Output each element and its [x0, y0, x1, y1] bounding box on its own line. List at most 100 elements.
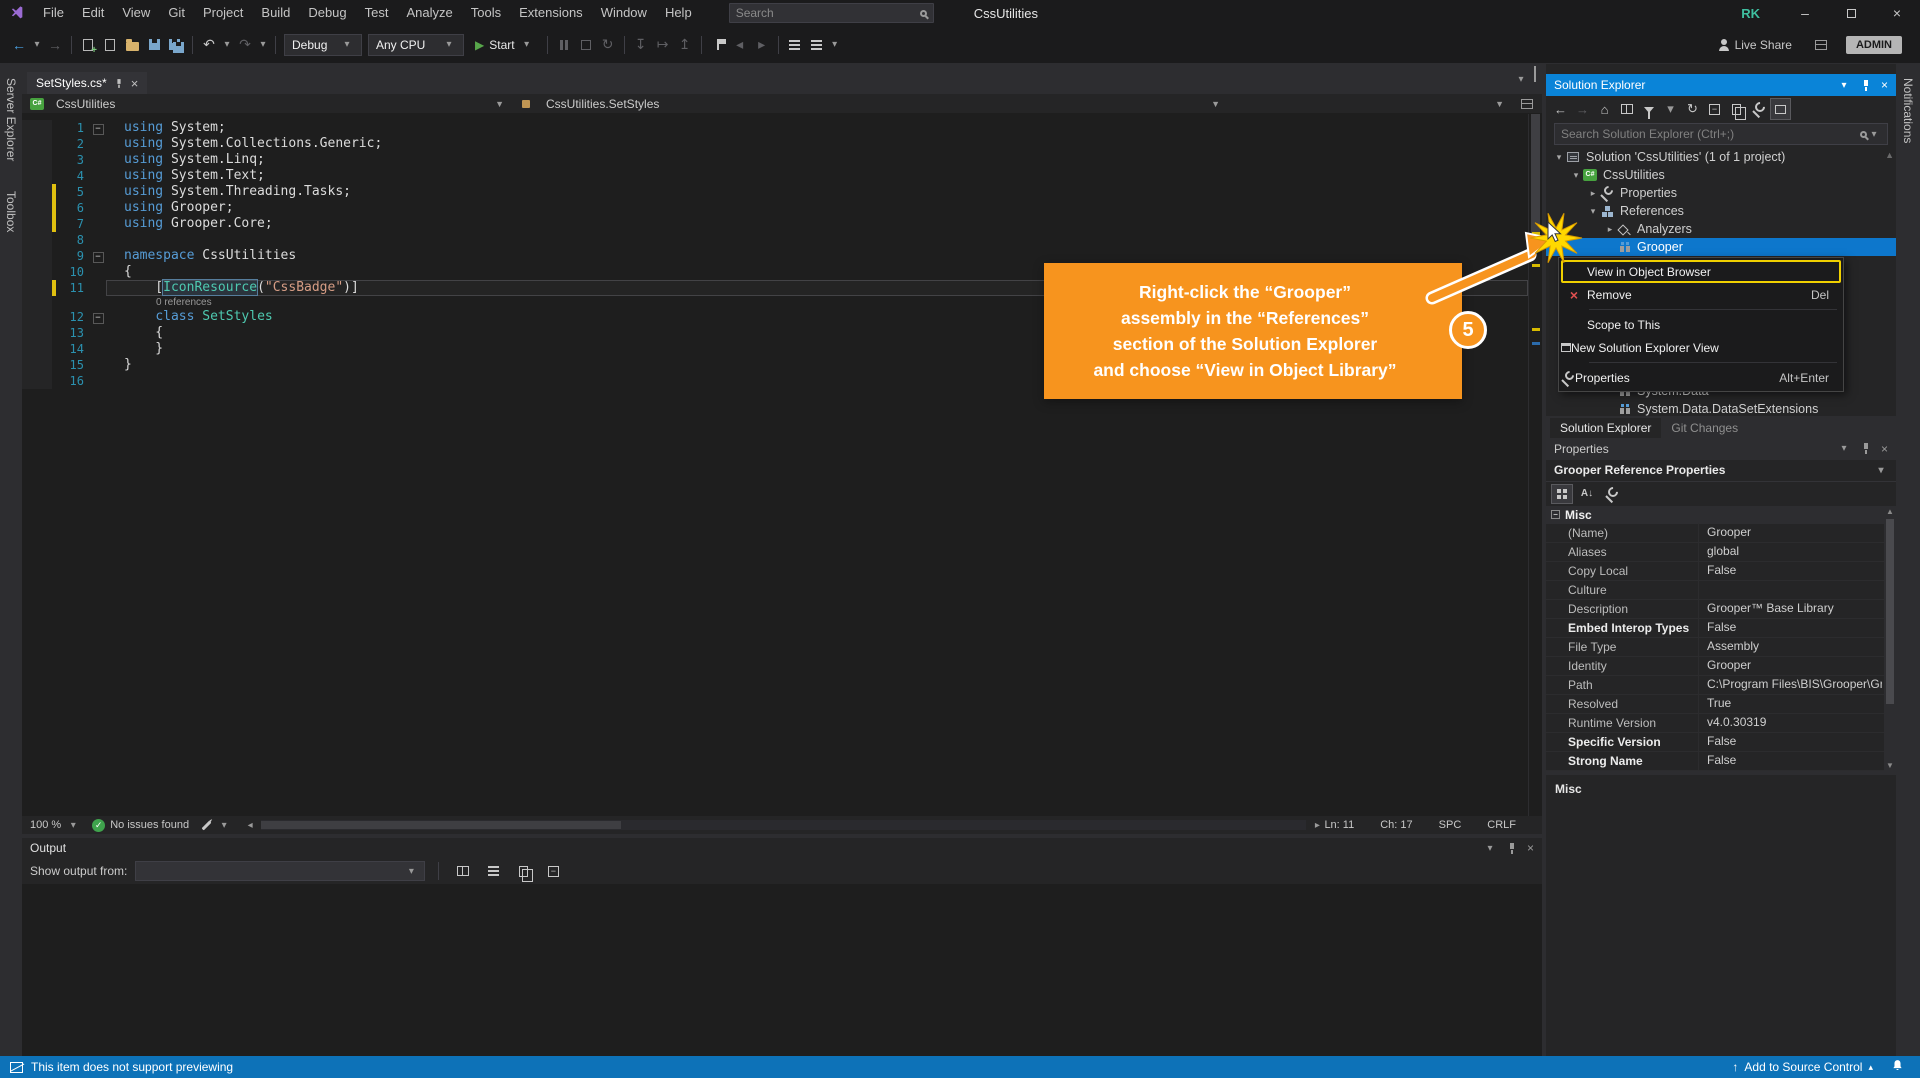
type-dropdown[interactable]: CssUtilities.SetStyles ▼: [512, 94, 1228, 114]
property-value[interactable]: Assembly: [1698, 637, 1882, 656]
next-bookmark-button[interactable]: ▸: [751, 33, 773, 57]
property-row-specific-version[interactable]: Specific VersionFalse: [1546, 733, 1896, 752]
navigate-back-dropdown-icon[interactable]: ▾: [30, 33, 44, 57]
stop-button[interactable]: [575, 33, 597, 57]
property-value[interactable]: v4.0.30319: [1698, 713, 1882, 732]
property-value[interactable]: False: [1698, 732, 1882, 751]
menu-test[interactable]: Test: [356, 0, 398, 26]
clear-all-button[interactable]: [482, 859, 504, 883]
property-row-file-type[interactable]: File TypeAssembly: [1546, 638, 1896, 657]
menu-project[interactable]: Project: [194, 0, 252, 26]
column-indicator[interactable]: Ch: 17: [1380, 819, 1412, 831]
menu-tools[interactable]: Tools: [462, 0, 510, 26]
property-value[interactable]: Grooper™ Base Library: [1698, 599, 1882, 618]
context-menu-item-remove[interactable]: ×RemoveDel: [1561, 283, 1841, 306]
new-project-button[interactable]: [77, 33, 99, 57]
chevron-down-icon[interactable]: ▾: [1837, 437, 1851, 461]
property-row-identity[interactable]: IdentityGrooper: [1546, 657, 1896, 676]
solution-explorer-header[interactable]: Solution Explorer ▾ ×: [1546, 74, 1896, 96]
tree-item-system-data-datasetextensions[interactable]: System.Data.DataSetExtensions: [1546, 400, 1896, 416]
redo-dropdown-icon[interactable]: ▾: [256, 33, 270, 57]
tree-item-references[interactable]: ▾References: [1546, 202, 1896, 220]
float-window-icon[interactable]: [1534, 67, 1536, 91]
properties-button[interactable]: [1748, 98, 1769, 120]
categorized-view-button[interactable]: [1551, 484, 1573, 504]
menu-extensions[interactable]: Extensions: [510, 0, 592, 26]
expander-icon[interactable]: ▾: [1552, 152, 1566, 163]
spaces-indicator[interactable]: SPC: [1439, 819, 1462, 831]
open-file-button[interactable]: [121, 33, 143, 57]
navigate-forward-button[interactable]: →: [44, 33, 66, 57]
property-row-aliases[interactable]: Aliasesglobal: [1546, 543, 1896, 562]
code-line-6[interactable]: 6using Grooper;: [22, 200, 1528, 216]
step-out-button[interactable]: ↥: [674, 33, 696, 57]
panel-tab-git-changes[interactable]: Git Changes: [1661, 418, 1748, 438]
close-icon[interactable]: ×: [131, 77, 139, 90]
code-editor[interactable]: 1−using System;2using System.Collections…: [22, 114, 1542, 816]
collapse-group-icon[interactable]: −: [1551, 510, 1560, 519]
add-to-source-control-button[interactable]: Add to Source Control: [1744, 1060, 1862, 1074]
close-button[interactable]: ×: [1874, 0, 1920, 26]
line-indicator[interactable]: Ln: 11: [1324, 819, 1354, 831]
property-row-description[interactable]: DescriptionGrooper™ Base Library: [1546, 600, 1896, 619]
property-row-resolved[interactable]: ResolvedTrue: [1546, 695, 1896, 714]
menu-window[interactable]: Window: [592, 0, 656, 26]
platform-dropdown[interactable]: Any CPU▾: [368, 34, 464, 56]
property-value[interactable]: Grooper: [1698, 523, 1882, 542]
fold-icon[interactable]: −: [93, 313, 104, 324]
undo-button[interactable]: ↶: [198, 33, 220, 57]
scrollbar-thumb[interactable]: [1886, 519, 1894, 704]
code-line-8[interactable]: 8: [22, 232, 1528, 248]
expander-icon[interactable]: ▸: [1603, 224, 1617, 235]
global-search-input[interactable]: Search: [729, 3, 934, 23]
output-panel-header[interactable]: Output ▾ ×: [22, 838, 1542, 858]
menu-debug[interactable]: Debug: [299, 0, 355, 26]
code-line-3[interactable]: 3using System.Linq;: [22, 152, 1528, 168]
show-all-files-button[interactable]: [1726, 98, 1747, 120]
forward-button[interactable]: →: [1572, 98, 1593, 120]
code-line-2[interactable]: 2using System.Collections.Generic;: [22, 136, 1528, 152]
pin-icon[interactable]: [115, 78, 123, 88]
editor-vertical-scrollbar[interactable]: [1528, 114, 1542, 816]
minimize-button[interactable]: –: [1782, 0, 1828, 26]
scrollbar-thumb[interactable]: [261, 821, 621, 829]
undo-dropdown-icon[interactable]: ▾: [220, 33, 234, 57]
scroll-up-icon[interactable]: ▲: [1886, 507, 1894, 516]
chevron-down-icon[interactable]: ▾: [1483, 836, 1497, 860]
split-window-button[interactable]: [1512, 99, 1542, 109]
fold-icon[interactable]: −: [93, 252, 104, 263]
property-value[interactable]: global: [1698, 542, 1882, 561]
preview-selected-items-button[interactable]: [1770, 98, 1791, 120]
scroll-up-icon[interactable]: ▲: [1885, 150, 1894, 160]
property-row-path[interactable]: PathC:\Program Files\BIS\Grooper\Gr: [1546, 676, 1896, 695]
scrollbar-thumb[interactable]: [1531, 114, 1540, 244]
property-value[interactable]: C:\Program Files\BIS\Grooper\Gr: [1698, 675, 1882, 694]
expander-icon[interactable]: ▸: [1586, 188, 1600, 199]
menu-edit[interactable]: Edit: [73, 0, 113, 26]
previous-bookmark-button[interactable]: ◂: [729, 33, 751, 57]
health-indicator[interactable]: ✓ No issues found: [92, 819, 189, 832]
property-row-copy-local[interactable]: Copy LocalFalse: [1546, 562, 1896, 581]
menu-analyze[interactable]: Analyze: [397, 0, 461, 26]
context-menu-item-new-solution-explorer-view[interactable]: New Solution Explorer View: [1561, 336, 1841, 359]
pending-changes-filter-button[interactable]: [1638, 98, 1659, 120]
property-group-header[interactable]: − Misc: [1546, 506, 1896, 524]
tree-item-properties[interactable]: ▸Properties: [1546, 184, 1896, 202]
pin-icon[interactable]: [1861, 442, 1871, 455]
property-row-runtime-version[interactable]: Runtime Versionv4.0.30319: [1546, 714, 1896, 733]
feedback-button[interactable]: [1810, 33, 1832, 57]
add-item-button[interactable]: [99, 33, 121, 57]
toolbar-overflow-icon[interactable]: ▾: [828, 33, 842, 57]
tree-item-grooper[interactable]: Grooper: [1546, 238, 1896, 256]
configuration-dropdown[interactable]: Debug▾: [284, 34, 362, 56]
code-line-9[interactable]: 9−namespace CssUtilities: [22, 248, 1528, 264]
code-line-7[interactable]: 7using Grooper.Core;: [22, 216, 1528, 232]
increase-indent-button[interactable]: [806, 33, 828, 57]
menu-view[interactable]: View: [113, 0, 159, 26]
output-content[interactable]: [22, 884, 1542, 1056]
save-button[interactable]: [143, 33, 165, 57]
fold-icon[interactable]: −: [93, 124, 104, 135]
expander-icon[interactable]: ▾: [1569, 170, 1583, 181]
editor-horizontal-scrollbar[interactable]: [261, 820, 1306, 830]
tree-item-analyzers[interactable]: ▸Analyzers: [1546, 220, 1896, 238]
